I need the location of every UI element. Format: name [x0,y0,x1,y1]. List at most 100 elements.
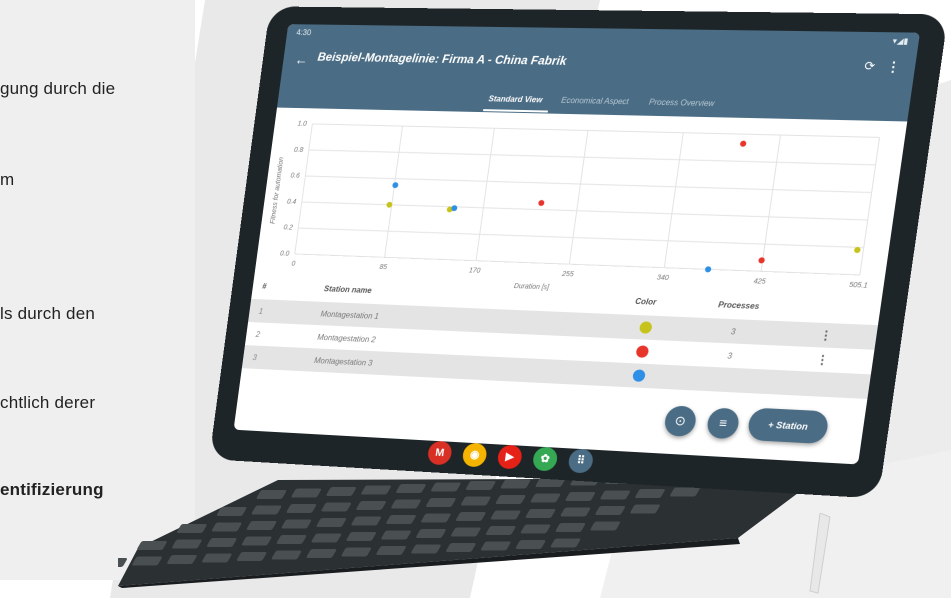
youtube-icon[interactable]: ▶ [496,444,523,469]
keyboard-key [118,558,128,567]
back-arrow-icon[interactable]: ← [294,52,309,68]
data-point [392,182,399,188]
grid-line-y [305,176,871,192]
keyboard-key [176,524,207,533]
photos-icon[interactable]: ✿ [532,446,559,471]
refresh-icon[interactable]: ⟳ [863,59,876,74]
y-tick-label: 1.0 [297,121,307,128]
chart-y-label: Fitness for automation [270,157,286,224]
keyboard-key [600,491,631,500]
keyboard-key [206,538,237,547]
x-tick-label: 170 [469,267,481,274]
keyboard-key [131,557,162,566]
keyboard-key [271,551,302,560]
tab-economical-aspect[interactable]: Economical Aspect [561,96,630,106]
keyboard-key [525,509,556,518]
keyboard-key [634,489,665,498]
chart-svg: 0.00.20.40.60.81.0 0 85 170 255 340 425 505.1 … [254,108,908,307]
tablet-frame: 4:30 ▾◢▮ ← Beispiel-Montagelinie: Firma … [209,6,948,498]
x-tick-label: 425 [753,278,766,286]
col-header-num: # [262,282,267,291]
status-icons: ▾◢▮ [892,36,909,46]
keyboard-key [560,508,591,517]
grid-line-y [298,228,863,247]
row-menu-icon[interactable]: ⋮ [819,328,834,343]
keyboard-key [136,541,167,550]
keyboard-key [425,498,456,507]
process-count: 3 [730,327,736,336]
station-table: # Station name Color Processes 1 Montage… [234,278,882,465]
color-dot [632,369,646,382]
keyboard-key [306,549,337,558]
keyboard-key [420,514,451,523]
keyboard-key [316,518,347,527]
keyboard-key [276,535,307,544]
add-station-button[interactable]: + Station [746,408,829,445]
data-point [705,266,712,272]
tablet-device: 4:30 ▾◢▮ ← Beispiel-Montagelinie: Firma … [225,10,925,490]
tab-standard-view[interactable]: Standard View [488,94,543,104]
add-station-label: + Station [767,420,808,432]
tablet-screen: 4:30 ▾◢▮ ← Beispiel-Montagelinie: Firma … [234,24,920,464]
keyboard-key [455,512,486,521]
x-tick-label: 340 [656,274,669,282]
keyboard-key [311,534,342,543]
chrome-icon[interactable]: ◉ [461,443,488,468]
grid-line-x [569,130,588,264]
keyboard-key [390,500,421,509]
x-tick-label: 255 [561,271,575,279]
grid-line-x [664,133,683,268]
camera-button[interactable]: ⊙ [663,405,698,437]
text-line-3: ls durch den [0,304,95,324]
tab-process-overview[interactable]: Process Overview [648,98,715,108]
keyboard-key [410,545,441,554]
app-drawer-icon[interactable]: ⠿ [567,448,594,473]
keyboard-key [171,540,202,549]
col-header-color: Color [635,297,657,307]
station-name: Montagestation 2 [317,333,376,344]
color-dot [636,345,650,358]
filter-list-button[interactable]: ≡ [706,407,741,439]
keyboard-key [550,539,581,548]
keyboard-key [321,503,352,512]
col-header-processes: Processes [718,300,760,311]
station-name: Montagestation 3 [314,356,373,368]
x-tick-label: 85 [379,264,388,271]
app-title: Beispiel-Montagelinie: Firma A - China F… [317,50,568,68]
camera-icon: ⊙ [674,413,687,429]
x-tick-label: 505.1 [849,282,869,290]
data-point [758,257,765,263]
app-bar: 4:30 ▾◢▮ ← Beispiel-Montagelinie: Firma … [277,24,920,121]
more-vert-icon[interactable]: ⋮ [885,59,901,76]
keyboard-key [201,554,232,563]
grid-line-y [312,124,879,137]
keyboard-key [490,511,521,520]
color-dot [639,321,653,334]
keyboard-key [520,525,551,534]
row-number: 3 [252,353,257,362]
y-tick-label: 0.6 [290,173,300,180]
keyboard-key [485,526,516,535]
keyboard-key [385,515,416,524]
keyboard-key [216,507,247,516]
grid-line-x [385,126,403,257]
keyboard-key [286,504,317,513]
gmail-icon[interactable]: M [427,441,453,466]
keyboard-key [211,523,242,532]
keyboard [118,478,818,588]
keyboard-key [630,505,661,514]
row-menu-icon[interactable]: ⋮ [815,352,830,367]
keyboard-key [236,552,267,561]
grid-line-x [860,137,880,275]
stylus-pencil [808,513,832,595]
text-line-1: gung durch die [0,79,115,99]
grid-line-x [761,135,780,271]
keyboard-key [530,494,561,503]
keyboard-key [166,555,197,564]
keyboard-key [515,540,546,549]
status-time: 4:30 [296,28,312,37]
keyboard-key [595,506,626,515]
station-name: Montagestation 1 [320,310,379,321]
keyboard-key [480,542,511,551]
text-line-2: m [0,170,14,190]
